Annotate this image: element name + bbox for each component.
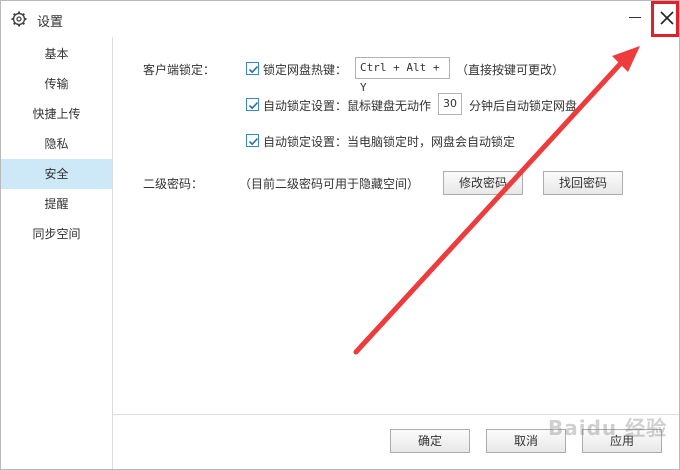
minimize-button[interactable] (625, 7, 645, 27)
ok-button[interactable]: 确定 (390, 429, 470, 453)
check-icon (248, 65, 259, 74)
lock-hotkey-input[interactable]: Ctrl + Alt + Y (355, 57, 450, 94)
window-title: 设置 (37, 15, 64, 30)
sidebar-item-privacy[interactable]: 隐私 (1, 129, 112, 159)
sidebar-item-security[interactable]: 安全 (1, 159, 112, 189)
lock-hotkey-hint: （直接按键可更改） (456, 63, 565, 77)
sidebar-item-reminder[interactable]: 提醒 (1, 189, 112, 219)
second-password-hint: （目前二级密码可用于隐藏空间） (239, 177, 420, 191)
sidebar-item-quick-upload[interactable]: 快捷上传 (1, 99, 112, 129)
modify-password-button[interactable]: 修改密码 (443, 171, 523, 195)
lock-hotkey-checkbox[interactable] (246, 62, 259, 75)
close-button[interactable] (651, 1, 679, 37)
check-icon (248, 137, 259, 146)
watermark-logo: Baidu 经验 (548, 416, 668, 440)
sidebar-item-basic[interactable]: 基本 (1, 39, 112, 69)
auto-lock-idle-suffix: 分钟后自动锁定网盘 (469, 99, 578, 113)
gear-icon (11, 11, 27, 27)
settings-window: 设置 基本 传输 快捷上传 隐私 安全 提醒 同步空间 客户端锁定： 锁定网盘热… (0, 0, 680, 470)
sidebar-item-transfer[interactable]: 传输 (1, 69, 112, 99)
auto-lock-idle-checkbox[interactable] (246, 98, 259, 111)
recover-password-button[interactable]: 找回密码 (543, 171, 623, 195)
auto-lock-pc-label: 自动锁定设置：当电脑锁定时，网盘会自动锁定 (263, 135, 516, 149)
close-icon (660, 11, 674, 25)
settings-sidebar: 基本 传输 快捷上传 隐私 安全 提醒 同步空间 (1, 37, 113, 469)
client-lock-label: 客户端锁定： (143, 63, 216, 77)
auto-lock-pc-checkbox[interactable] (246, 134, 259, 147)
title-bar: 设置 (1, 1, 679, 37)
sidebar-item-sync-space[interactable]: 同步空间 (1, 219, 112, 249)
lock-hotkey-label: 锁定网盘热键： (263, 63, 348, 77)
security-panel: 客户端锁定： 锁定网盘热键： Ctrl + Alt + Y （直接按键可更改） … (113, 37, 679, 469)
second-password-label: 二级密码： (143, 177, 204, 191)
auto-lock-idle-label: 自动锁定设置：鼠标键盘无动作 (263, 99, 432, 113)
idle-minutes-input[interactable]: 30 (438, 93, 462, 115)
check-icon (248, 101, 259, 110)
